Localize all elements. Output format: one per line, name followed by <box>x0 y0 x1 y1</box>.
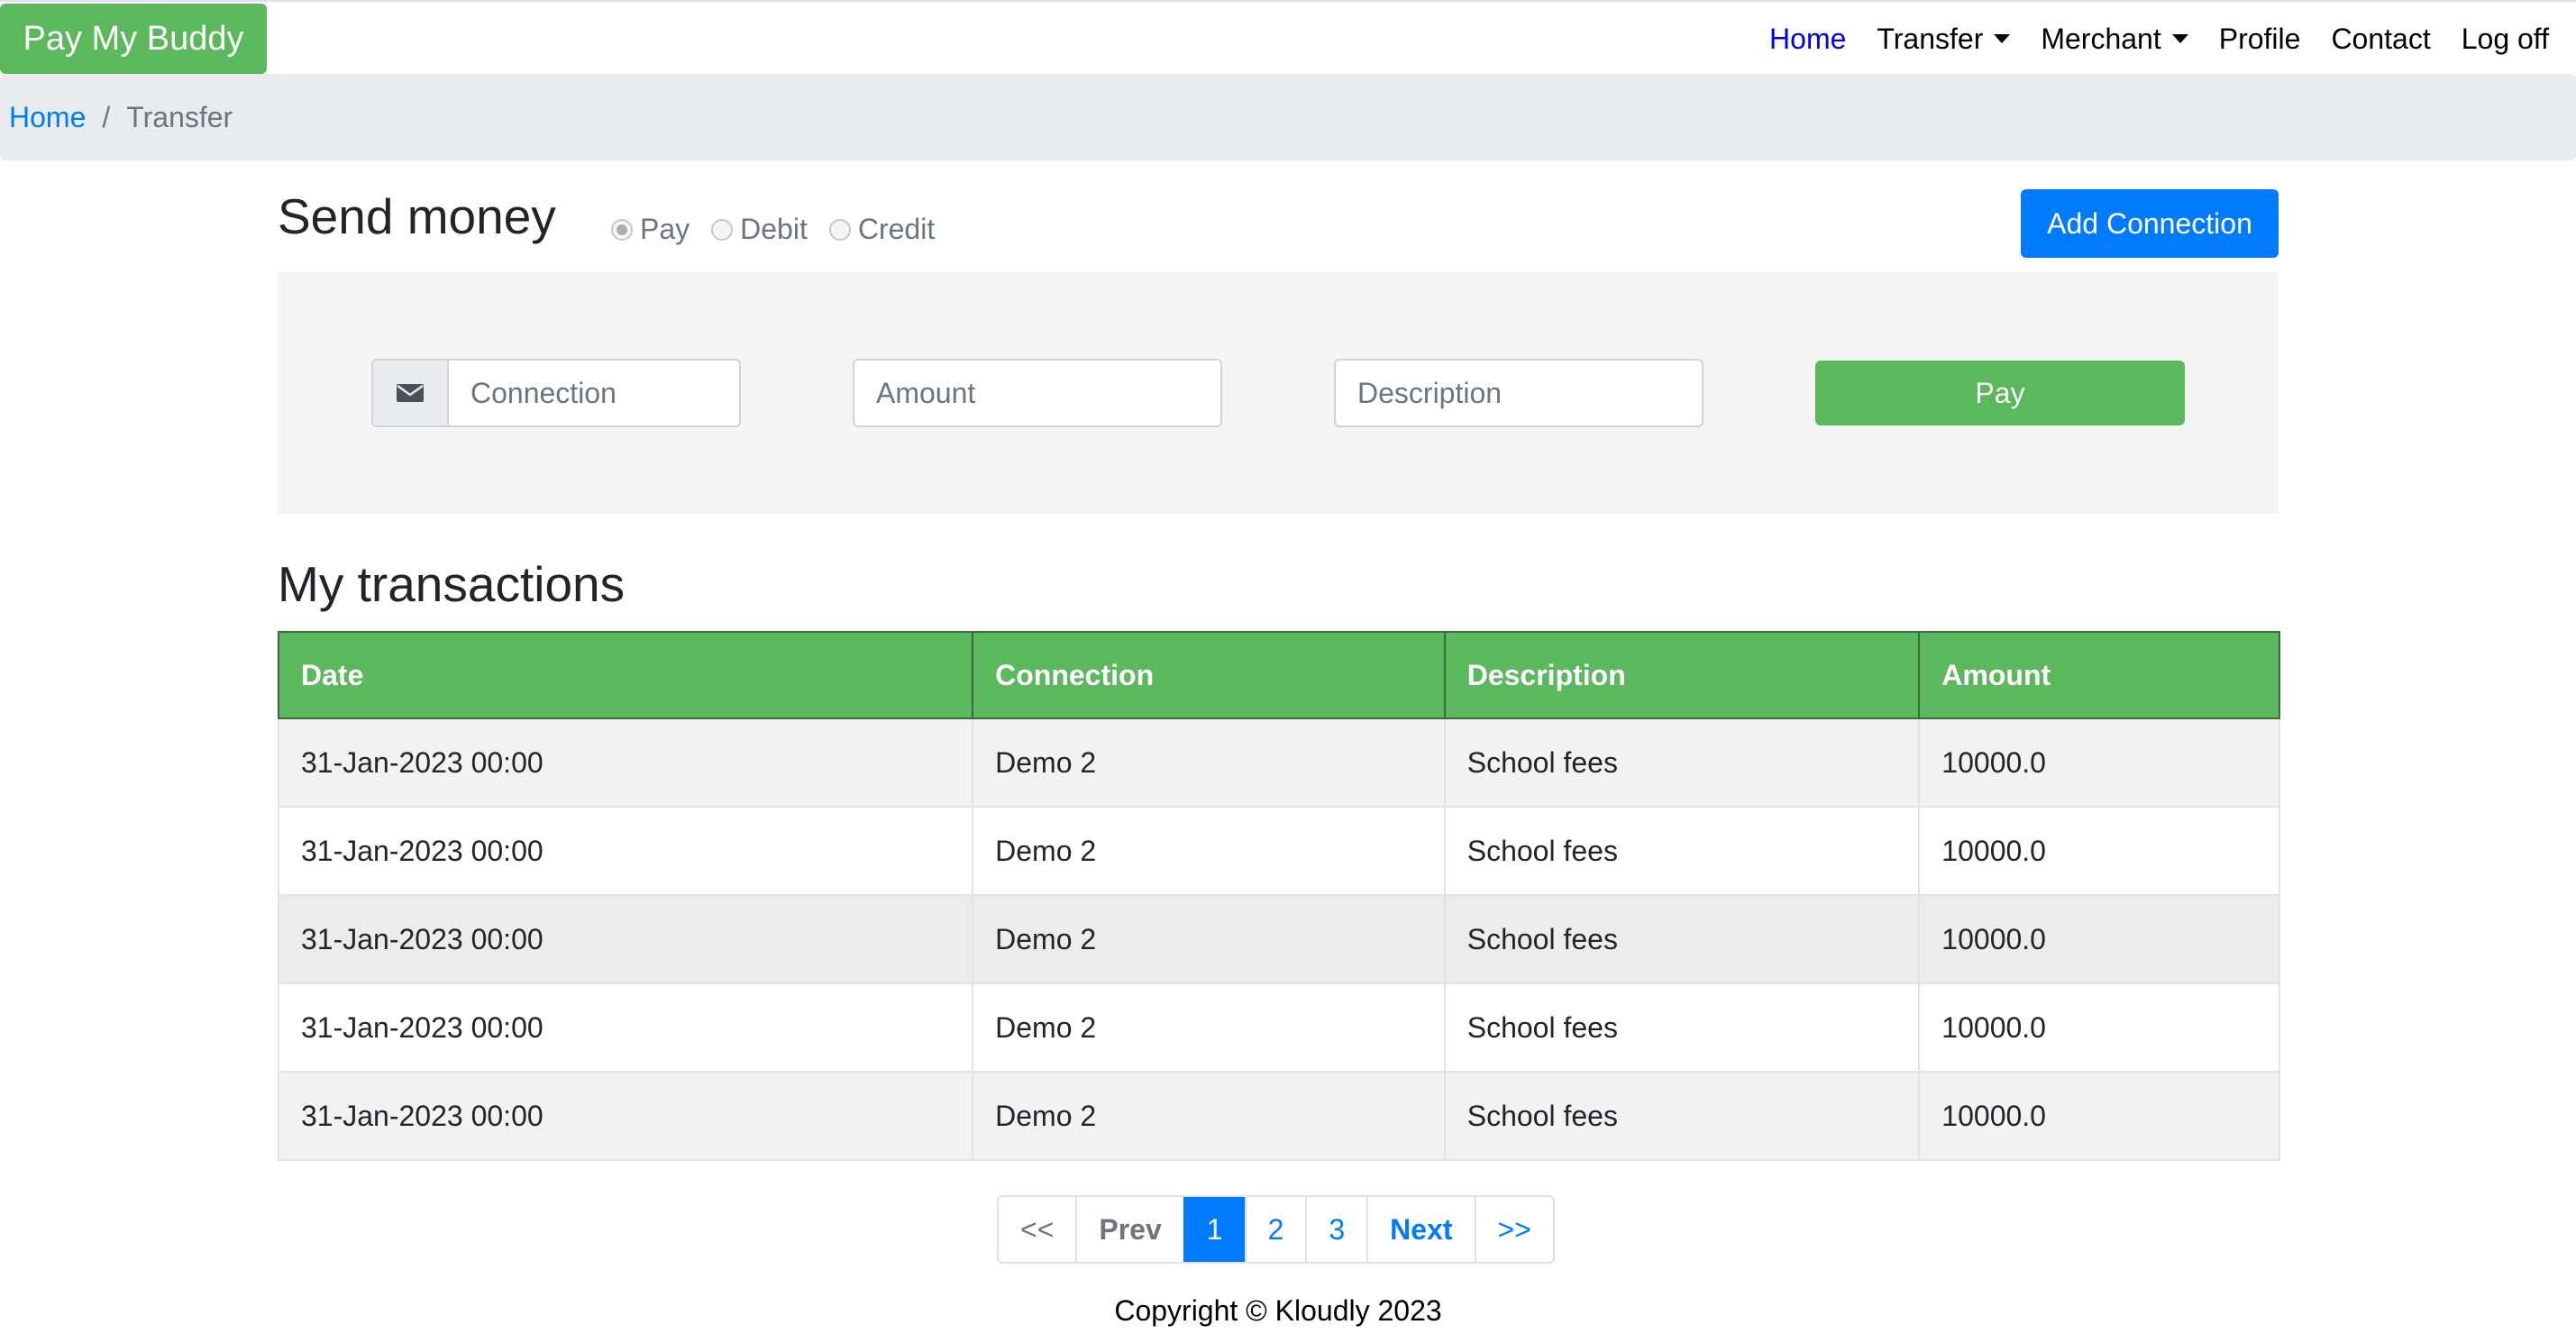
cell-amount: 10000.0 <box>1918 806 2280 896</box>
cell-date: 31-Jan-2023 00:00 <box>277 894 974 984</box>
footer-copyright: Copyright © Kloudly 2023 <box>1114 1294 1442 1327</box>
radio-option-credit[interactable]: Credit <box>828 213 936 246</box>
nav-item-transfer[interactable]: Transfer <box>1877 22 2011 56</box>
pagination-last[interactable]: >> <box>1474 1197 1553 1262</box>
caret-down-icon <box>2171 34 2188 43</box>
cell-date: 31-Jan-2023 00:00 <box>277 982 974 1073</box>
nav-item-label: Profile <box>2218 22 2301 55</box>
cell-amount: 10000.0 <box>1918 982 2280 1073</box>
radio-option-pay[interactable]: Pay <box>611 213 690 246</box>
breadcrumb: Home / Transfer <box>0 74 2576 160</box>
table-row: 31-Jan-2023 00:00 Demo 2 School fees 100… <box>277 806 2280 896</box>
connection-input-group: Connection <box>371 359 741 427</box>
pagination-prev[interactable]: Prev <box>1075 1197 1183 1262</box>
nav-menu: Home Transfer Merchant Profile Contact L… <box>1769 2 2549 76</box>
cell-amount: 10000.0 <box>1918 717 2280 808</box>
radio-label: Credit <box>857 213 936 245</box>
send-money-title: Send money <box>278 188 556 244</box>
nav-item-contact[interactable]: Contact <box>2331 23 2430 56</box>
transactions-table: Date Connection Description Amount 31-Ja… <box>277 631 2280 1161</box>
top-navbar: Pay My Buddy Home Transfer Merchant Prof… <box>0 0 2576 74</box>
amount-input[interactable]: Amount <box>853 359 1222 427</box>
cell-description: School fees <box>1443 806 1921 896</box>
nav-item-profile[interactable]: Profile <box>2219 23 2301 56</box>
cell-date: 31-Jan-2023 00:00 <box>277 717 974 808</box>
nav-item-label: Transfer <box>1877 22 1984 55</box>
cell-description: School fees <box>1443 1071 1921 1161</box>
nav-item-home[interactable]: Home <box>1769 23 1846 56</box>
radio-debit[interactable] <box>711 218 734 241</box>
cell-amount: 10000.0 <box>1918 1071 2280 1161</box>
table-row: 31-Jan-2023 00:00 Demo 2 School fees 100… <box>277 982 2280 1073</box>
table-row: 31-Jan-2023 00:00 Demo 2 School fees 100… <box>277 894 2280 984</box>
pagination-first[interactable]: << <box>999 1197 1075 1262</box>
nav-item-logoff[interactable]: Log off <box>2462 23 2549 56</box>
cell-connection: Demo 2 <box>972 894 1446 984</box>
cell-date: 31-Jan-2023 00:00 <box>277 1071 974 1161</box>
pagination-page-1[interactable]: 1 <box>1183 1197 1245 1262</box>
radio-option-debit[interactable]: Debit <box>711 213 808 246</box>
connection-select[interactable]: Connection <box>449 361 739 425</box>
brand-logo[interactable]: Pay My Buddy <box>0 4 267 74</box>
cell-description: School fees <box>1443 894 1921 984</box>
nav-item-label: Contact <box>2331 22 2431 55</box>
cell-connection: Demo 2 <box>972 717 1446 808</box>
breadcrumb-home-link[interactable]: Home <box>9 101 86 134</box>
table-row: 31-Jan-2023 00:00 Demo 2 School fees 100… <box>277 1071 2280 1161</box>
pagination: << Prev 1 2 3 Next >> <box>997 1195 1555 1264</box>
pagination-page-2[interactable]: 2 <box>1244 1197 1306 1262</box>
caret-down-icon <box>1994 34 2011 43</box>
column-header-date[interactable]: Date <box>277 631 974 719</box>
cell-connection: Demo 2 <box>972 1071 1446 1161</box>
nav-item-label: Log off <box>2461 22 2549 55</box>
pagination-next[interactable]: Next <box>1366 1197 1474 1262</box>
radio-pay[interactable] <box>611 218 633 241</box>
radio-label: Debit <box>740 213 808 245</box>
radio-credit[interactable] <box>828 218 851 241</box>
pagination-page-3[interactable]: 3 <box>1305 1197 1366 1262</box>
column-header-amount[interactable]: Amount <box>1918 631 2280 719</box>
nav-item-label: Merchant <box>2041 22 2161 55</box>
add-connection-button[interactable]: Add Connection <box>2021 189 2279 258</box>
cell-description: School fees <box>1443 982 1921 1073</box>
transactions-title: My transactions <box>278 556 626 612</box>
breadcrumb-current: Transfer <box>126 100 233 133</box>
radio-label: Pay <box>640 213 690 245</box>
description-input[interactable]: Description <box>1334 359 1704 427</box>
table-header-row: Date Connection Description Amount <box>277 631 2280 719</box>
pay-button[interactable]: Pay <box>1815 361 2185 425</box>
cell-description: School fees <box>1443 717 1921 808</box>
nav-item-merchant[interactable]: Merchant <box>2041 23 2188 56</box>
cell-connection: Demo 2 <box>972 806 1446 896</box>
nav-item-label: Home <box>1769 22 1847 55</box>
cell-date: 31-Jan-2023 00:00 <box>277 806 974 896</box>
cell-amount: 10000.0 <box>1918 894 2280 984</box>
table-row: 31-Jan-2023 00:00 Demo 2 School fees 100… <box>277 717 2280 808</box>
cell-connection: Demo 2 <box>972 982 1446 1073</box>
transfer-type-radios: Pay Debit Credit <box>611 213 935 246</box>
breadcrumb-separator: / <box>102 100 111 133</box>
column-header-connection[interactable]: Connection <box>972 631 1446 719</box>
column-header-description[interactable]: Description <box>1443 631 1921 719</box>
envelope-icon <box>373 361 449 425</box>
